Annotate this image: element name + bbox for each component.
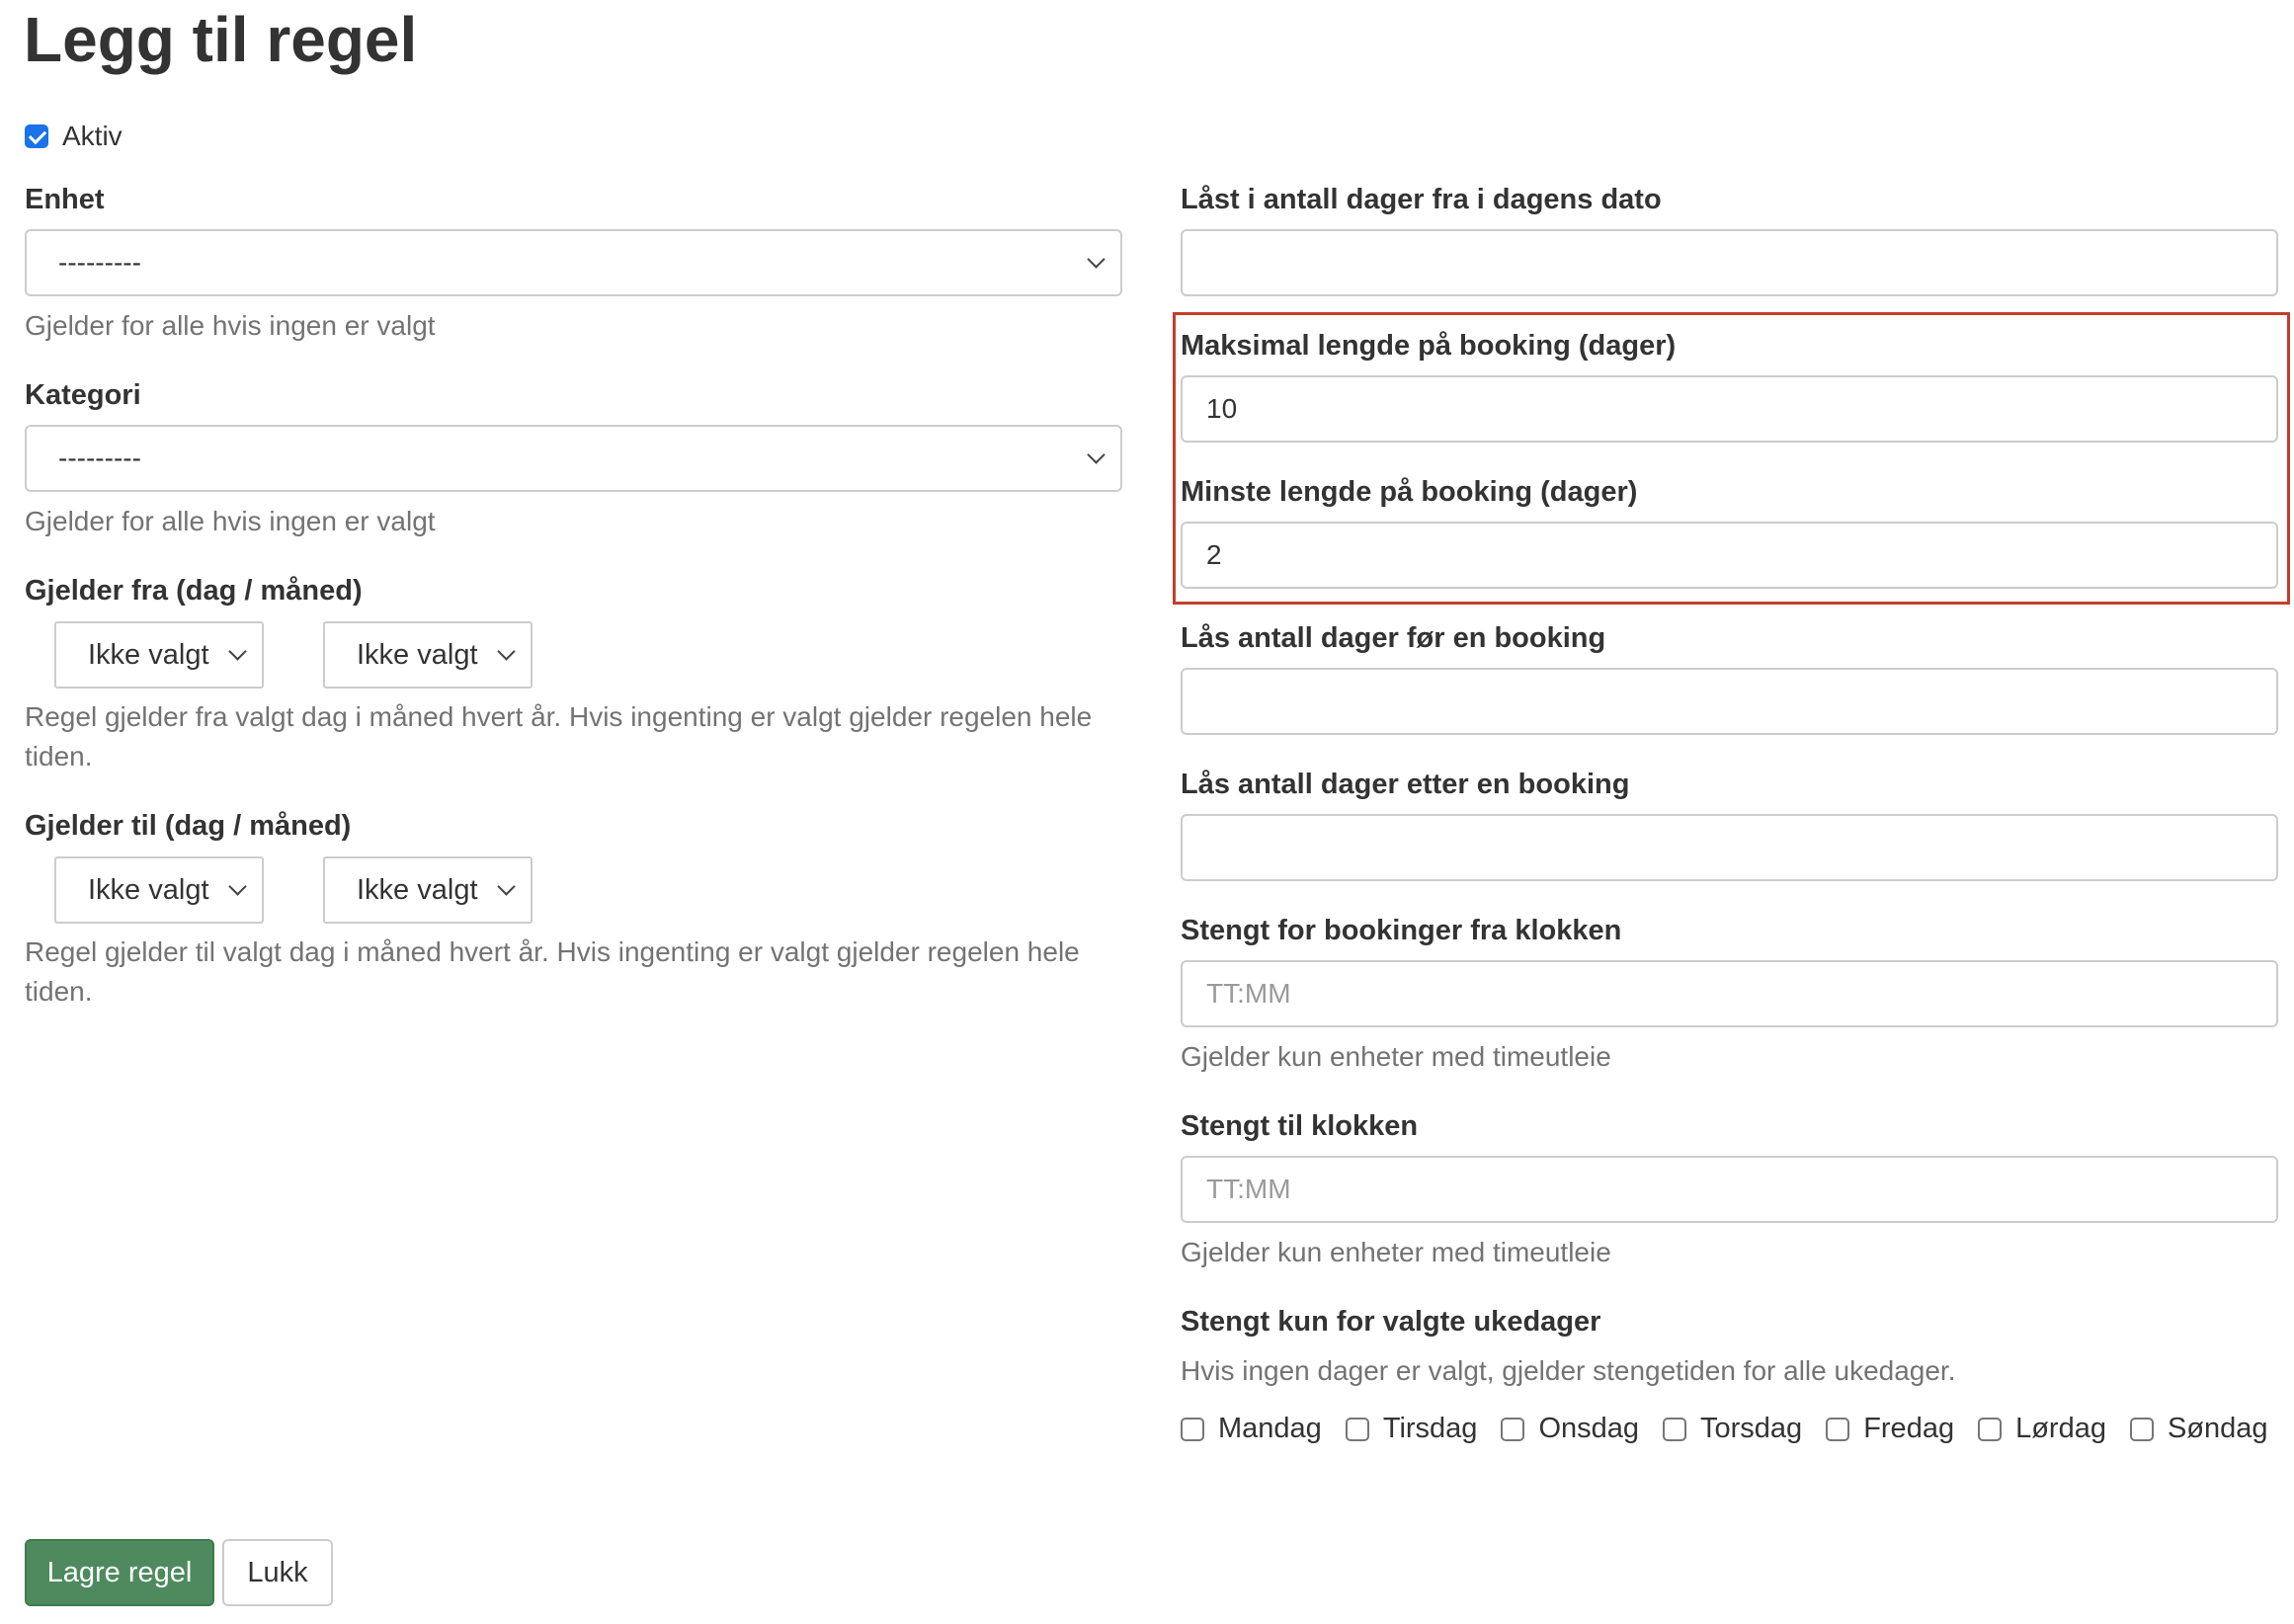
- ukedager-label: Stengt kun for valgte ukedager: [1181, 1306, 1601, 1338]
- weekday-label: Søndag: [2167, 1413, 2268, 1444]
- weekday-tirsdag[interactable]: Tirsdag: [1345, 1413, 1478, 1445]
- stengt-til-help: Gjelder kun enheter med timeutleie: [1181, 1237, 1611, 1267]
- kategori-select-value: ---------: [58, 443, 141, 473]
- gjelder-til-month-select[interactable]: Ikke valgt: [323, 856, 533, 924]
- chevron-down-icon: [497, 642, 516, 661]
- laas-etter-input[interactable]: [1181, 814, 2278, 881]
- laast-input[interactable]: [1181, 229, 2278, 296]
- weekday-label: Fredag: [1863, 1413, 1955, 1444]
- chevron-down-icon: [1087, 446, 1106, 464]
- close-button[interactable]: Lukk: [222, 1539, 333, 1606]
- chevron-down-icon: [497, 877, 516, 896]
- enhet-select[interactable]: ---------: [25, 229, 1122, 296]
- weekday-sondag[interactable]: Søndag: [2129, 1413, 2268, 1445]
- weekday-label: Onsdag: [1538, 1413, 1640, 1444]
- kategori-help: Gjelder for alle hvis ingen er valgt: [25, 506, 436, 536]
- weekday-label: Torsdag: [1700, 1413, 1803, 1444]
- laas-for-input[interactable]: [1181, 668, 2278, 735]
- gjelder-til-help-cont: tiden.: [25, 976, 93, 1007]
- torsdag-checkbox[interactable]: [1663, 1417, 1687, 1441]
- aktiv-label: Aktiv: [62, 121, 123, 151]
- page-title: Legg til regel: [24, 4, 418, 75]
- gjelder-fra-day-value: Ikke valgt: [88, 638, 209, 671]
- kategori-label: Kategori: [25, 379, 141, 411]
- weekday-label: Lørdag: [2015, 1413, 2106, 1444]
- weekday-lordag[interactable]: Lørdag: [1978, 1413, 2106, 1445]
- chevron-down-icon: [228, 877, 247, 896]
- chevron-down-icon: [1087, 250, 1106, 269]
- laast-label: Låst i antall dager fra i dagens dato: [1181, 184, 1662, 215]
- gjelder-fra-day-select[interactable]: Ikke valgt: [54, 621, 264, 689]
- ukedager-help: Hvis ingen dager er valgt, gjelder steng…: [1181, 1355, 1956, 1386]
- aktiv-checkbox-row[interactable]: Aktiv: [25, 117, 123, 156]
- weekday-torsdag[interactable]: Torsdag: [1663, 1413, 1802, 1445]
- laas-for-label: Lås antall dager før en booking: [1181, 622, 1606, 654]
- save-rule-button[interactable]: Lagre regel: [25, 1539, 214, 1606]
- minste-lengde-label: Minste lengde på booking (dager): [1181, 476, 1638, 508]
- gjelder-fra-month-value: Ikke valgt: [357, 638, 478, 671]
- gjelder-til-help: Regel gjelder til valgt dag i måned hver…: [25, 936, 1080, 967]
- weekday-mandag[interactable]: Mandag: [1181, 1413, 1322, 1445]
- stengt-til-input[interactable]: TT:MM: [1181, 1156, 2278, 1223]
- kategori-select[interactable]: ---------: [25, 425, 1122, 492]
- mandag-checkbox[interactable]: [1181, 1417, 1204, 1441]
- gjelder-fra-label: Gjelder fra (dag / måned): [25, 575, 363, 607]
- sondag-checkbox[interactable]: [2129, 1417, 2154, 1441]
- weekday-fredag[interactable]: Fredag: [1826, 1413, 1954, 1445]
- enhet-select-value: ---------: [58, 247, 141, 278]
- onsdag-checkbox[interactable]: [1501, 1417, 1525, 1441]
- enhet-label: Enhet: [25, 184, 105, 215]
- stengt-til-label: Stengt til klokken: [1181, 1110, 1419, 1142]
- weekday-label: Tirsdag: [1382, 1413, 1478, 1444]
- fredag-checkbox[interactable]: [1826, 1417, 1850, 1441]
- stengt-fra-help: Gjelder kun enheter med timeutleie: [1181, 1041, 1611, 1072]
- gjelder-til-day-value: Ikke valgt: [88, 873, 209, 906]
- enhet-help: Gjelder for alle hvis ingen er valgt: [25, 310, 436, 341]
- minste-lengde-input[interactable]: 2: [1181, 522, 2278, 589]
- gjelder-til-label: Gjelder til (dag / måned): [25, 810, 352, 842]
- tirsdag-checkbox[interactable]: [1345, 1417, 1369, 1441]
- gjelder-fra-help: Regel gjelder fra valgt dag i måned hver…: [25, 701, 1093, 732]
- weekday-onsdag[interactable]: Onsdag: [1501, 1413, 1639, 1445]
- laas-etter-label: Lås antall dager etter en booking: [1181, 769, 1630, 800]
- gjelder-til-month-value: Ikke valgt: [357, 873, 478, 906]
- maks-lengde-label: Maksimal lengde på booking (dager): [1181, 330, 1677, 362]
- stengt-fra-label: Stengt for bookinger fra klokken: [1181, 915, 1622, 946]
- maks-lengde-input[interactable]: 10: [1181, 375, 2278, 443]
- weekday-checkboxes: Mandag Tirsdag Onsdag Torsdag Fredag Lør…: [1181, 1413, 2292, 1445]
- gjelder-fra-month-select[interactable]: Ikke valgt: [323, 621, 533, 689]
- stengt-fra-input[interactable]: TT:MM: [1181, 960, 2278, 1027]
- lordag-checkbox[interactable]: [1978, 1417, 2003, 1441]
- gjelder-fra-help-cont: tiden.: [25, 741, 93, 771]
- chevron-down-icon: [228, 642, 247, 661]
- gjelder-til-day-select[interactable]: Ikke valgt: [54, 856, 264, 924]
- weekday-label: Mandag: [1218, 1413, 1322, 1444]
- aktiv-checkbox[interactable]: [25, 124, 48, 148]
